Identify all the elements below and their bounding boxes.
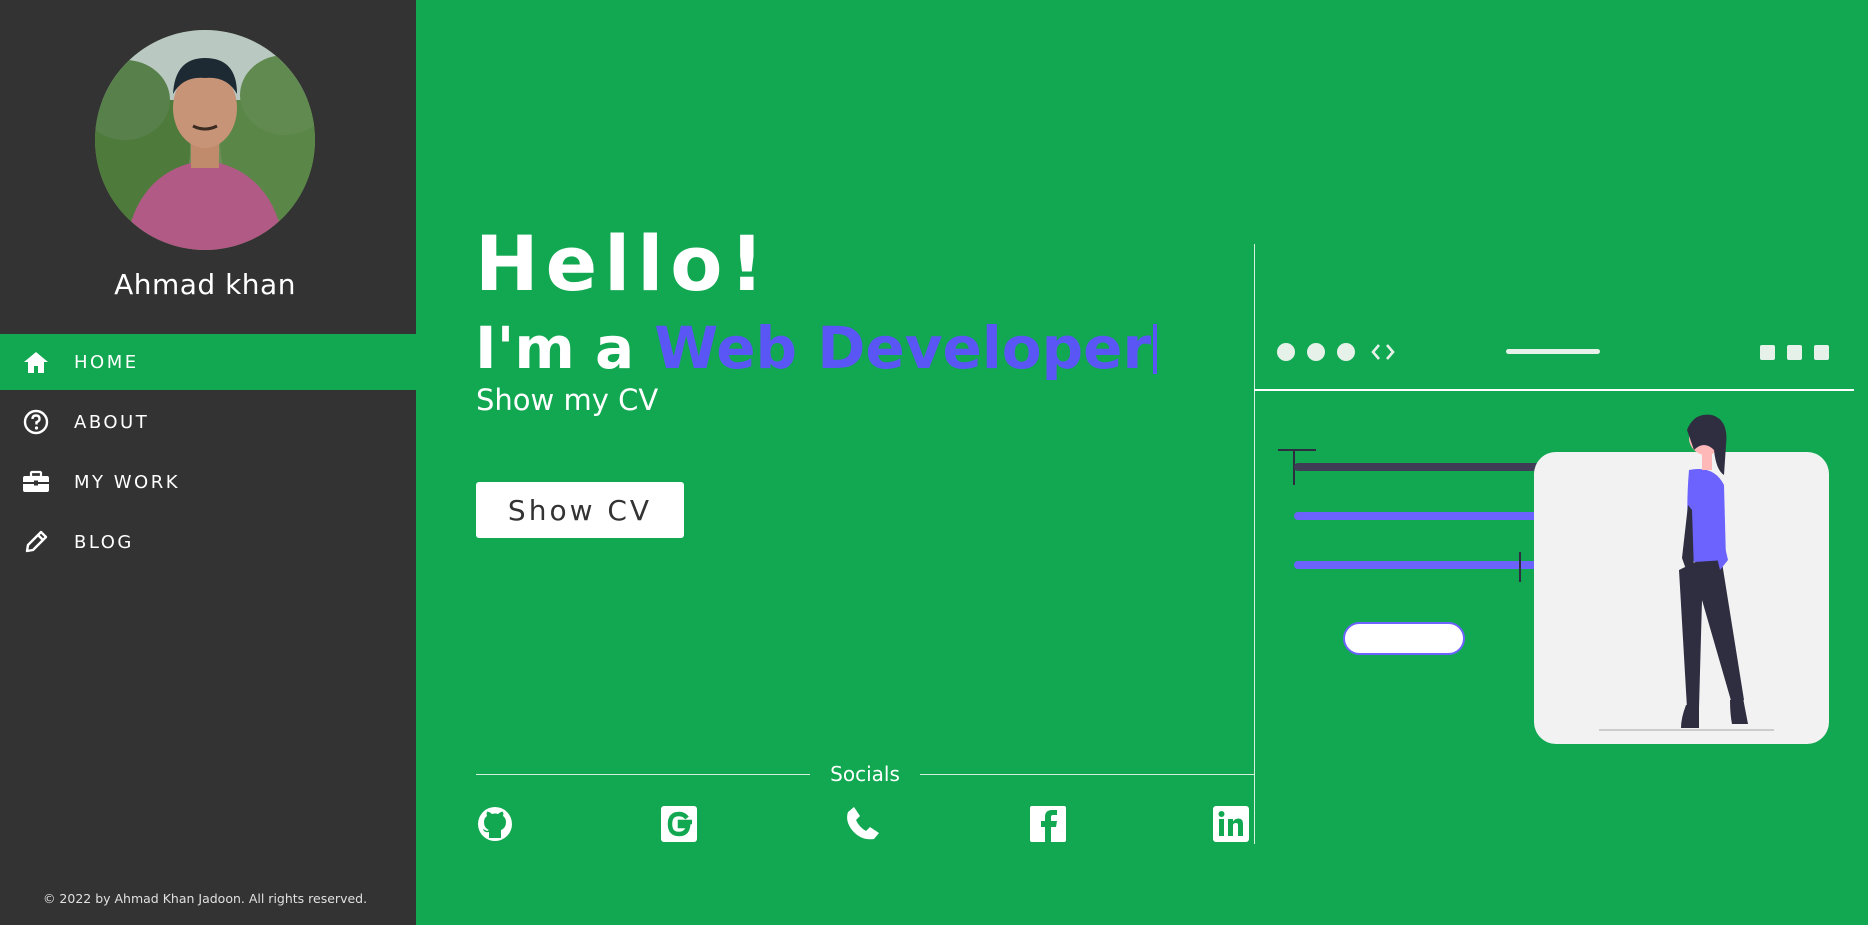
socials-label: Socials	[830, 762, 900, 786]
briefcase-icon	[22, 468, 50, 496]
hero-greeting: Hello!	[475, 219, 772, 308]
sidebar-item-label: BLOG	[74, 531, 134, 553]
profile-name: Ahmad khan	[114, 268, 296, 301]
hero-intro: I'm a	[475, 314, 655, 382]
sidebar-item-label: ABOUT	[74, 411, 150, 433]
home-icon	[22, 348, 50, 376]
socials-divider-left	[476, 774, 810, 775]
typing-caret	[1153, 324, 1158, 374]
sidebar-item-blog[interactable]: BLOG	[0, 514, 416, 570]
sidebar-item-my-work[interactable]: MY WORK	[0, 454, 416, 510]
sidebar-item-about[interactable]: ABOUT	[0, 394, 416, 450]
avatar	[95, 30, 315, 250]
facebook-icon	[1030, 806, 1066, 842]
copyright-text: © 2022 by Ahmad Khan Jadoon. All rights …	[42, 891, 368, 906]
facebook-link[interactable]	[1029, 805, 1067, 843]
hero-illustration	[1254, 300, 1854, 760]
phone-link[interactable]	[843, 805, 881, 843]
sidebar-item-home[interactable]: HOME	[0, 334, 416, 390]
question-circle-icon	[22, 408, 50, 436]
hero-subtitle: Show my CV	[476, 383, 659, 417]
socials-divider-right	[920, 774, 1254, 775]
hero-intro-line: I'm a Web Developer	[475, 312, 1158, 384]
google-icon	[661, 806, 697, 842]
github-icon	[478, 807, 512, 841]
sidebar-item-label: MY WORK	[74, 471, 181, 493]
sidebar: Ahmad khan HOME ABOUT MY WORK BLOG © 202…	[0, 0, 416, 925]
phone-icon	[847, 807, 879, 840]
sidebar-nav: HOME ABOUT MY WORK BLOG	[0, 334, 416, 574]
github-link[interactable]	[476, 805, 514, 843]
pencil-icon	[22, 528, 50, 556]
google-link[interactable]	[660, 805, 698, 843]
linkedin-icon	[1213, 806, 1249, 842]
hero-role: Web Developer	[654, 314, 1152, 382]
show-cv-button[interactable]: Show CV	[476, 482, 684, 538]
linkedin-link[interactable]	[1212, 805, 1250, 843]
sidebar-item-label: HOME	[74, 351, 139, 373]
